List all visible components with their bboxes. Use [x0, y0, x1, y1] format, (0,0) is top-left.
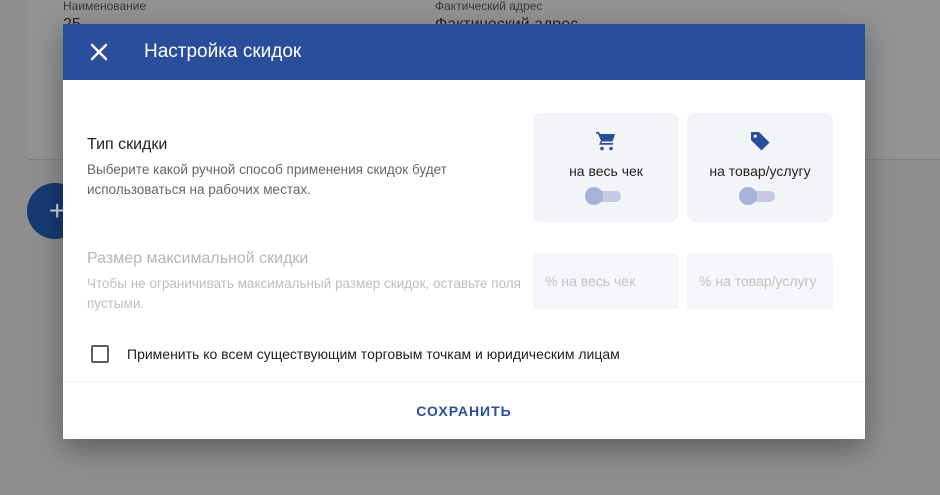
cart-icon — [594, 129, 618, 153]
discount-type-title: Тип скидки — [87, 136, 168, 153]
discount-settings-dialog: Настройка скидок Тип скидки Выберите как… — [63, 24, 865, 439]
max-discount-item-input[interactable] — [687, 253, 833, 309]
apply-all-checkbox[interactable] — [91, 345, 109, 363]
background-field-label: Фактический адрес — [435, 0, 543, 13]
tag-icon — [748, 129, 772, 153]
max-discount-receipt-input[interactable] — [533, 253, 679, 309]
option-label-item: на товар/услугу — [709, 163, 811, 179]
close-icon[interactable] — [87, 40, 111, 64]
discount-type-description: Выберите какой ручной способ применения … — [87, 162, 447, 197]
dialog-header: Настройка скидок — [63, 24, 865, 80]
switch-thumb — [739, 187, 757, 205]
footer-divider — [63, 382, 865, 383]
apply-all-label: Применить ко всем существующим торговым … — [127, 346, 620, 362]
toggle-item-switch[interactable] — [739, 187, 779, 205]
save-button[interactable]: СОХРАНИТЬ — [410, 397, 518, 425]
max-discount-title: Размер максимальной скидки — [87, 250, 309, 267]
background-field-label: Наименование — [63, 0, 147, 13]
option-card-receipt[interactable]: на весь чек — [533, 113, 679, 222]
option-label-receipt: на весь чек — [569, 163, 643, 179]
toggle-receipt-switch[interactable] — [585, 187, 625, 205]
dialog-title: Настройка скидок — [144, 41, 302, 62]
max-discount-description: Чтобы не ограничивать максимальный разме… — [87, 276, 521, 311]
switch-thumb — [585, 187, 603, 205]
option-card-item[interactable]: на товар/услугу — [687, 113, 833, 222]
